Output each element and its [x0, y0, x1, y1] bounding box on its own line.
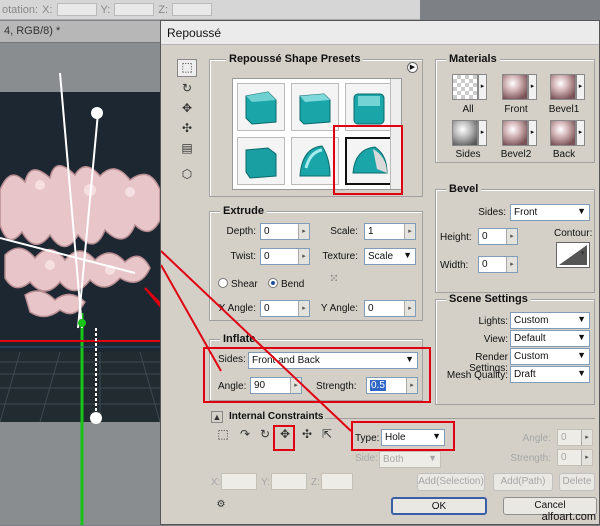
3d-axis-widget [0, 72, 165, 525]
z-field[interactable] [172, 3, 213, 16]
z-label: Z: [158, 3, 169, 16]
watermark: alfoart.com [541, 511, 596, 523]
bottom-handle [90, 412, 102, 424]
x-label: X: [42, 3, 53, 16]
rotate-handle [91, 107, 103, 119]
options-toolbar: otation: X: Y: Z: [0, 0, 420, 20]
repousse-dialog: Repoussé ⬚ ↻ ✥ ✣ ▤ ⬡ Repoussé Shape Pres… [160, 20, 600, 525]
rotation-label: otation: [2, 3, 39, 16]
document-tab[interactable]: 4, RGB/8) * [0, 21, 170, 43]
callout-arrows [161, 250, 352, 432]
x-field[interactable] [56, 3, 97, 16]
y-field[interactable] [114, 3, 155, 16]
y-label: Y: [100, 3, 111, 16]
